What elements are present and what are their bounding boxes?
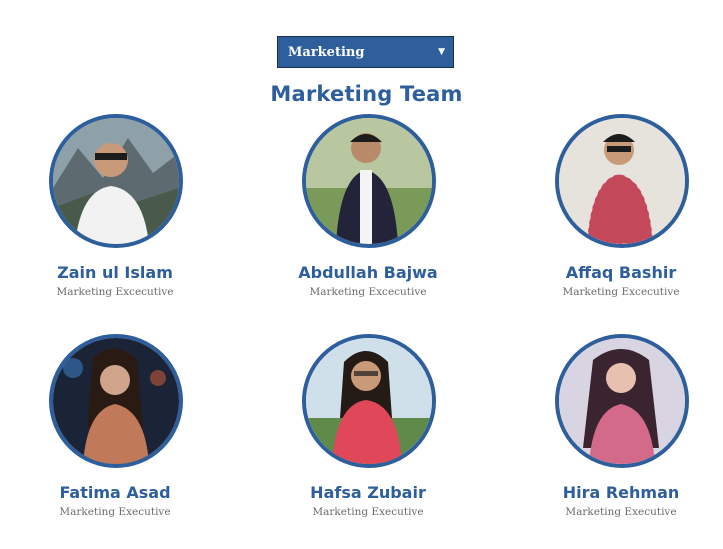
- photo-avatar-icon: [53, 338, 179, 464]
- member-photo: [49, 114, 183, 248]
- department-select-value: Marketing: [288, 45, 365, 60]
- photo-avatar-icon: [559, 338, 685, 464]
- photo-avatar-icon: [306, 118, 432, 244]
- member-role: Marketing Excecutive: [309, 286, 427, 298]
- member-photo: [302, 114, 436, 248]
- member-name: Affaq Bashir: [565, 263, 677, 282]
- team-title: Marketing Team: [270, 82, 463, 106]
- member-role: Marketing Excecutive: [56, 286, 174, 298]
- member-photo: [555, 334, 689, 468]
- member-name: Zain ul Islam: [57, 263, 173, 282]
- photo-avatar-icon: [53, 118, 179, 244]
- member-name: Fatima Asad: [59, 483, 171, 502]
- member-role: Marketing Executive: [312, 506, 424, 518]
- member-name: Abdullah Bajwa: [298, 263, 438, 282]
- member-role: Marketing Executive: [565, 506, 677, 518]
- member-photo: [302, 334, 436, 468]
- photo-avatar-icon: [306, 338, 432, 464]
- member-role: Marketing Excecutive: [562, 286, 680, 298]
- member-name: Hafsa Zubair: [310, 483, 426, 502]
- caret-down-icon: ▼: [438, 47, 445, 57]
- member-photo: [555, 114, 689, 248]
- member-name: Hira Rehman: [562, 483, 680, 502]
- department-select[interactable]: Marketing ▼: [277, 36, 454, 68]
- member-photo: [49, 334, 183, 468]
- photo-avatar-icon: [559, 118, 685, 244]
- member-role: Marketing Executive: [59, 506, 171, 518]
